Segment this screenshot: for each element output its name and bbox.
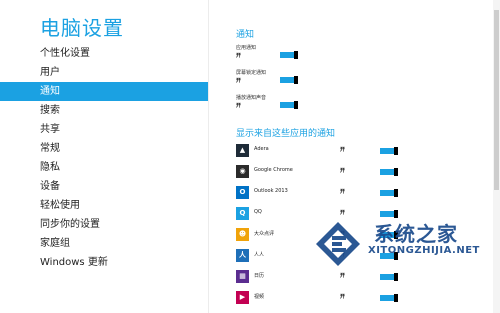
section-title-app-notifications: 显示来自这些应用的通知 [236,129,336,139]
app-name: 视频 [254,294,265,300]
section-title-notifications: 通知 [236,30,255,40]
app-state: 开 [340,168,346,174]
left-pane: 电脑设置 个性化设置 用户 通知 搜索 共享 常规 隐私 设备 轻松使用 同步你的设置 家庭组 Win… [0,0,208,313]
video-icon: ▶ [236,291,249,304]
sidebar-item[interactable]: 同步你的设置 [0,215,208,234]
lockscreen-notifications-toggle[interactable] [280,76,298,84]
app-state: 开 [340,189,346,195]
sidebar-item[interactable]: 轻松使用 [0,196,208,215]
app-row: ▲ Adera 开 [236,143,491,159]
page-title: 电脑设置 [40,16,124,40]
chrome-icon: ◉ [236,165,249,178]
setting-value-lockscreen-notifications: 开 [236,78,242,84]
toggle-thumb [394,168,398,176]
setting-label-notification-sounds: 播放通知声音 [236,95,267,101]
setting-value-app-notifications: 开 [236,53,242,59]
sidebar-item[interactable]: 用户 [0,63,208,82]
renren-icon: 人 [236,249,249,262]
app-state: 开 [340,294,346,300]
toggle-thumb [294,76,298,84]
watermark-text: 系统之家 [374,222,458,246]
settings-nav: 个性化设置 用户 通知 搜索 共享 常规 隐私 设备 轻松使用 同步你的设置 家庭组 Windows … [0,44,208,272]
watermark-url: XITONGZHIJIA.NET [368,245,480,256]
app-state: 开 [340,147,346,153]
app-name: Google Chrome [254,167,293,173]
toggle-thumb [394,189,398,197]
app-notification-toggle[interactable] [380,147,398,155]
sidebar-item[interactable]: 个性化设置 [0,44,208,63]
qq-icon: Q [236,207,249,220]
setting-label-app-notifications: 应用通知 [236,45,257,51]
app-name: Outlook 2013 [254,188,288,194]
app-notification-toggle[interactable] [380,168,398,176]
toggle-thumb [394,147,398,155]
watermark: 系统之家 XITONGZHIJIA.NET [306,212,496,282]
app-notifications-toggle[interactable] [280,51,298,59]
notification-sounds-toggle[interactable] [280,101,298,109]
watermark-logo-icon [316,222,360,266]
toggle-thumb [394,294,398,302]
setting-value-notification-sounds: 开 [236,103,242,109]
setting-label-lockscreen-notifications: 屏幕锁定通知 [236,70,267,76]
sidebar-item[interactable]: Windows 更新 [0,253,208,272]
app-name: 大众点评 [254,231,275,237]
toggle-thumb [294,101,298,109]
sidebar-item[interactable]: 搜索 [0,101,208,120]
app-name: Adera [254,146,269,152]
app-row: O Outlook 2013 开 [236,185,491,201]
calendar-icon: ▦ [236,270,249,283]
app-row: ▶ 视频 开 [236,290,491,306]
scrollbar-thumb[interactable] [494,10,499,190]
toggle-thumb [294,51,298,59]
app-name: 日历 [254,273,265,279]
app-notification-toggle[interactable] [380,294,398,302]
sidebar-item[interactable]: 家庭组 [0,234,208,253]
sidebar-item[interactable]: 设备 [0,177,208,196]
adera-icon: ▲ [236,144,249,157]
sidebar-item[interactable]: 隐私 [0,158,208,177]
sidebar-item[interactable]: 共享 [0,120,208,139]
sidebar-item[interactable]: 常规 [0,139,208,158]
app-row: ◉ Google Chrome 开 [236,164,491,180]
app-notification-toggle[interactable] [380,189,398,197]
dianping-icon: ☻ [236,228,249,241]
sidebar-item[interactable]: 通知 [0,82,208,101]
outlook-icon: O [236,186,249,199]
app-name: 人人 [254,252,265,258]
app-name: QQ [254,209,262,215]
